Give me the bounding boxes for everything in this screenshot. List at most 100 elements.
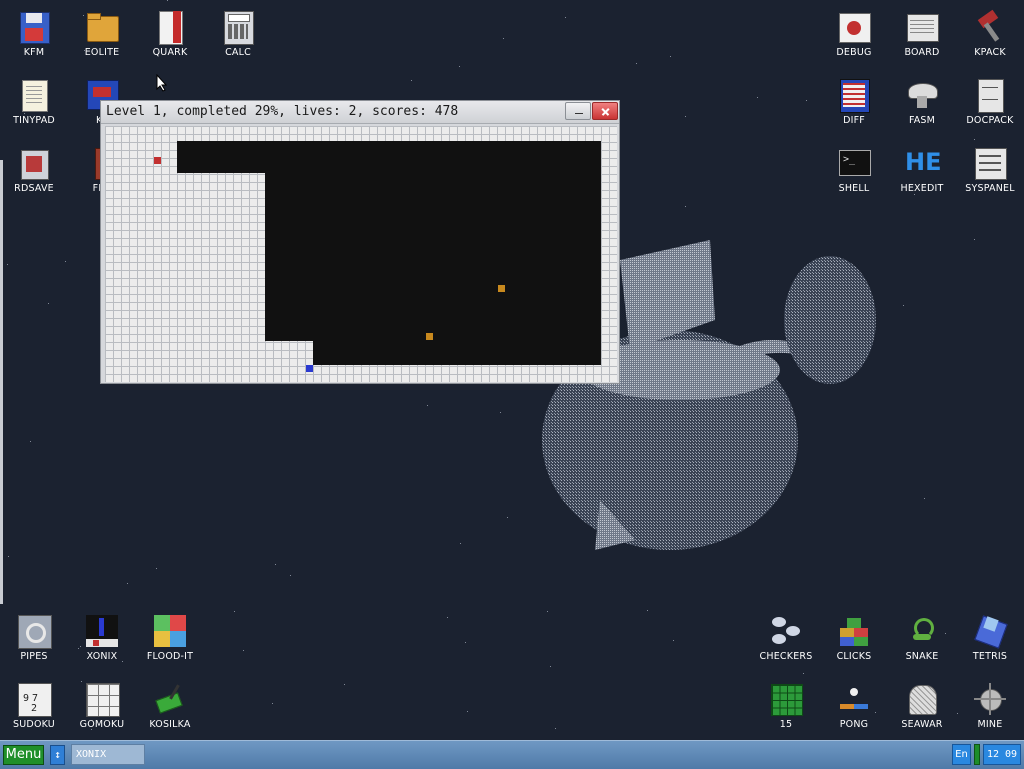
star xyxy=(465,642,466,643)
star xyxy=(127,583,128,584)
star xyxy=(974,239,975,240)
desktop-icon-snake[interactable]: SNAKE xyxy=(888,604,956,664)
desktop-icon-rdsave[interactable]: RDSAVE xyxy=(0,136,68,196)
star xyxy=(411,80,412,81)
desktop-icon-label: KOSILKA xyxy=(149,719,191,730)
star xyxy=(275,564,276,565)
close-button[interactable] xyxy=(592,102,618,120)
star xyxy=(460,543,461,544)
star xyxy=(272,703,273,704)
star xyxy=(500,412,501,413)
checkers-icon xyxy=(769,614,803,648)
star xyxy=(565,17,566,18)
enemy-sea-ball xyxy=(498,285,505,292)
desktop-icon-tinypad[interactable]: TINYPAD xyxy=(0,68,68,128)
desktop-icon-sudoku[interactable]: 9 7 2 SUDOKU xyxy=(0,672,68,732)
desktop-icon-label: SUDOKU xyxy=(13,719,55,730)
book-icon xyxy=(153,10,187,45)
pipes-icon xyxy=(17,614,52,649)
desktop-icon-mine[interactable]: MINE xyxy=(956,672,1024,732)
language-indicator[interactable]: En xyxy=(952,744,971,765)
player-cursor xyxy=(306,365,313,372)
tic-tac-toe-icon xyxy=(85,682,120,717)
desktop-icon-shell[interactable]: >_ SHELL xyxy=(820,136,888,196)
xonix-window[interactable]: Level 1, completed 29%, lives: 2, scores… xyxy=(100,100,620,384)
desktop-icon-board[interactable]: BOARD xyxy=(888,0,956,60)
desktop-icon-eolite[interactable]: EOLITE xyxy=(68,0,136,60)
window-titlebar[interactable]: Level 1, completed 29%, lives: 2, scores… xyxy=(101,101,619,124)
desktop-icon-label: DIFF xyxy=(843,115,865,126)
snake-icon xyxy=(905,614,939,648)
desktop-icon-label: BOARD xyxy=(904,47,940,58)
star xyxy=(924,498,925,499)
desktop-icon-kpack[interactable]: KPACK xyxy=(956,0,1024,60)
star xyxy=(234,611,235,612)
star xyxy=(48,303,49,304)
desktop-icon-clicks[interactable]: CLICKS xyxy=(820,604,888,664)
desktop-icon-kfm[interactable]: KFM xyxy=(0,0,68,60)
star xyxy=(30,441,31,442)
switch-windows-button[interactable]: ↕ xyxy=(50,745,65,765)
desktop-icon-15[interactable]: 15 xyxy=(752,672,820,732)
desktop-icon-label: FLOOD-IT xyxy=(146,651,194,662)
lawnmower-icon xyxy=(153,682,187,716)
sudoku-grid-icon: 9 7 2 xyxy=(17,682,52,717)
desktop-icon-kosilka[interactable]: KOSILKA xyxy=(136,672,204,732)
star xyxy=(547,611,548,612)
star xyxy=(555,728,556,729)
game-playfield[interactable] xyxy=(105,126,617,382)
desktop-icon-flood-it[interactable]: FLOOD-IT xyxy=(136,604,204,664)
desktop-icon-label: SEAWAR xyxy=(901,719,943,730)
desktop-icon-debug[interactable]: DEBUG xyxy=(820,0,888,60)
left-edge-panel xyxy=(0,160,3,604)
desktop-icon-pong[interactable]: PONG xyxy=(820,672,888,732)
menu-button[interactable]: Menu xyxy=(3,745,44,765)
fifteen-puzzle-icon xyxy=(769,682,803,716)
enemy-land-ball xyxy=(154,157,161,164)
desktop-icon-xonix[interactable]: XONIX xyxy=(68,604,136,664)
desktop-icon-label: SNAKE xyxy=(905,651,939,662)
blocks-icon xyxy=(837,614,871,648)
star xyxy=(507,517,508,518)
desktop-icon-quark[interactable]: QUARK xyxy=(136,0,204,60)
desktop-icon-hexedit[interactable]: HE HEXEDIT xyxy=(888,136,956,196)
star xyxy=(7,264,8,265)
enemy-sea-ball xyxy=(426,333,433,340)
board-window-icon xyxy=(905,10,939,44)
sliders-icon xyxy=(973,146,1007,180)
desktop-icon-syspanel[interactable]: SYSPANEL xyxy=(956,136,1024,196)
desktop-icon-diff[interactable]: DIFF xyxy=(820,68,888,128)
save-disk-icon xyxy=(17,146,51,180)
star xyxy=(503,38,504,39)
desktop-icon-pipes[interactable]: PIPES xyxy=(0,604,68,664)
tray-indicator[interactable] xyxy=(974,744,980,765)
taskbar-item-xonix[interactable]: XONIX xyxy=(71,744,145,765)
clock[interactable]: 12 09 xyxy=(983,744,1021,765)
desktop-icon-checkers[interactable]: CHECKERS xyxy=(752,604,820,664)
desktop-icon-label: SHELL xyxy=(838,183,870,194)
xonix-icon xyxy=(85,614,119,648)
desktop-icon-docpack[interactable]: DOCPACK xyxy=(956,68,1024,128)
desktop-icon-label: QUARK xyxy=(152,47,188,58)
desktop-icon-fasm[interactable]: FASM xyxy=(888,68,956,128)
hammer-icon xyxy=(973,9,1007,44)
star xyxy=(647,610,648,611)
star xyxy=(757,97,758,98)
desktop-icon-tetris[interactable]: TETRIS xyxy=(956,604,1024,664)
fasm-icon xyxy=(905,78,939,112)
star xyxy=(670,56,671,57)
desktop-icon-calc[interactable]: CALC xyxy=(204,0,272,60)
desktop-icon-label: DEBUG xyxy=(836,47,872,58)
desktop-icon-label: DOCPACK xyxy=(966,115,1014,126)
desktop-icon-gomoku[interactable]: GOMOKU xyxy=(68,672,136,732)
captured-area xyxy=(177,141,601,173)
minimize-button[interactable] xyxy=(565,102,591,120)
mine-icon xyxy=(973,682,1007,716)
mouse-pointer-icon xyxy=(156,74,168,92)
diff-icon xyxy=(837,78,871,113)
star xyxy=(290,575,291,576)
desktop-icon-label: CALC xyxy=(225,47,251,58)
star xyxy=(459,66,460,67)
notepad-icon xyxy=(17,78,51,112)
desktop-icon-seawar[interactable]: SEAWAR xyxy=(888,672,956,732)
